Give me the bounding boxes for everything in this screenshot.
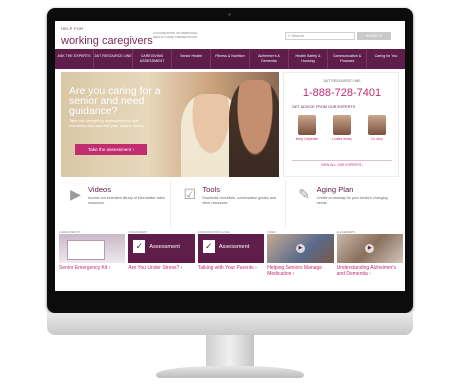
monitor-mockup: HELP FOR working caregivers A FOUNDATION… [0, 0, 460, 385]
nav-item-ask-experts[interactable]: ASK THE EXPERTS [55, 49, 94, 69]
nav-item-safety[interactable]: Health Safety & Housing [289, 49, 328, 69]
play-circle-icon: ▶ [70, 186, 81, 202]
avatar [368, 115, 386, 135]
feature-aging-plan[interactable]: ✎ Aging Plan Create a roadmap for your s… [290, 180, 399, 228]
nav-item-caring-for-you[interactable]: Caring for You [367, 49, 405, 69]
content-card-parents[interactable]: CONVERSATION GUIDE ✓ Assessment Talking … [197, 230, 265, 288]
feature-text: Access our extensive library of informat… [88, 196, 165, 205]
content-card-emergency-kit[interactable]: CAREGIVER KIT Senior Emergency Kit › [59, 230, 126, 288]
site-header: HELP FOR working caregivers A FOUNDATION… [55, 21, 405, 49]
nav-item-communication[interactable]: Communication & Finances [328, 49, 367, 69]
nav-item-fitness[interactable]: Fitness & Nutrition [211, 49, 250, 69]
nav-item-caregiving-assessment[interactable]: CAREGIVING ASSESSMENT [133, 49, 172, 69]
help-panel: 24/7 RESOURCE LINE 1-888-728-7401 GET AD… [283, 72, 399, 177]
expert-name: Molly Carpenter [295, 137, 319, 141]
checklist-icon: ✓ [133, 240, 146, 253]
search-input[interactable]: ⌕ Search [285, 32, 355, 40]
expert-item[interactable]: Molly Carpenter [292, 115, 322, 141]
nav-item-alzheimers[interactable]: Alzheimer's & Dementia [250, 49, 289, 69]
logo-small-text: HELP FOR [61, 26, 84, 31]
resource-phone-link[interactable]: 1-888-728-7401 [284, 87, 400, 99]
nav-item-resource-line[interactable]: 24/7 RESOURCE LINE [94, 49, 133, 69]
content-cards: CAREGIVER KIT Senior Emergency Kit › ASS… [59, 230, 404, 288]
document-edit-icon: ✎ [298, 186, 311, 202]
view-all-experts-link[interactable]: VIEW ALL OUR EXPERTS › [292, 160, 392, 167]
monitor-stand-foot [156, 366, 304, 378]
checklist-icon: ✓ [202, 240, 215, 253]
content-card-alzheimers[interactable]: ALZHEIMER'S ▶ Understanding Alzheimer's … [336, 230, 404, 288]
card-title: Are You Under Stress? › [128, 265, 183, 271]
play-icon: ▶ [365, 244, 375, 253]
feature-text: Download checklists, conversation guides… [202, 196, 276, 205]
hero-subtitle: Take our caregiving assessment to find r… [69, 118, 145, 128]
monitor-chin [47, 313, 413, 335]
search-placeholder: Search [291, 33, 305, 38]
site-logo[interactable]: HELP FOR working caregivers [61, 26, 153, 49]
feature-title: Aging Plan [316, 185, 354, 194]
feature-row: ▶ Videos Access our extensive library of… [61, 180, 399, 228]
feature-text: Create a roadmap for your senior's chang… [316, 196, 388, 205]
card-title: Senior Emergency Kit › [59, 265, 111, 271]
assessment-label: Assessment [218, 244, 250, 250]
nav-item-senior-health[interactable]: Senior Health [172, 49, 211, 69]
feature-tools[interactable]: ☑ Tools Download checklists, conversatio… [175, 180, 286, 228]
card-image: ✓ Assessment [128, 234, 195, 263]
main-nav: ASK THE EXPERTS 24/7 RESOURCE LINE CAREG… [55, 49, 405, 69]
card-image: ✓ Assessment [197, 234, 265, 263]
feature-title: Tools [202, 185, 221, 194]
search-icon: ⌕ [288, 33, 291, 38]
content-card-medication[interactable]: VIDEO ▶ Helping Seniors Manage Medicatio… [267, 230, 334, 288]
expert-list: Molly Carpenter Loretta Veney Dr. Amy [292, 115, 392, 141]
expert-name: Loretta Veney [332, 137, 352, 141]
hero-banner: Are you caring for a senior and need gui… [61, 72, 279, 177]
card-title: Talking with Your Parents › [197, 265, 257, 271]
clipboard-check-icon: ☑ [183, 186, 197, 202]
feature-title: Videos [88, 185, 112, 194]
avatar [298, 115, 316, 135]
hero-title: Are you caring for a senior and need gui… [69, 85, 161, 117]
site-tagline: A FOUNDATION OF PERSONAL HEALTH CARE CON… [153, 31, 198, 39]
card-title: Understanding Alzheimer's and Dementia › [336, 265, 396, 277]
hero-photo-senior [229, 80, 279, 177]
avatar [333, 115, 351, 135]
expert-name: Dr. Amy [371, 137, 383, 141]
logo-main-text: working caregivers [61, 35, 153, 47]
assessment-label: Assessment [149, 244, 180, 250]
monitor-stand-neck [206, 335, 254, 369]
feature-videos[interactable]: ▶ Videos Access our extensive library of… [61, 180, 172, 228]
search-button[interactable]: SEARCH [357, 32, 391, 40]
website-screen: HELP FOR working caregivers A FOUNDATION… [55, 21, 405, 291]
play-icon: ▶ [295, 244, 305, 253]
expert-advice-label: GET ADVICE FROM OUR EXPERTS [292, 105, 356, 109]
card-image: ▶ [336, 234, 404, 263]
card-image [59, 234, 126, 263]
resource-line-label: 24/7 RESOURCE LINE [323, 79, 361, 83]
card-image: ▶ [267, 234, 334, 263]
camera-icon [228, 13, 231, 16]
card-title: Helping Seniors Manage Medication › [267, 265, 322, 277]
expert-item[interactable]: Loretta Veney [327, 115, 357, 141]
content-card-stress[interactable]: ASSESSMENT ✓ Assessment Are You Under St… [128, 230, 195, 288]
take-assessment-button[interactable]: Take the assessment › [75, 144, 147, 155]
expert-item[interactable]: Dr. Amy [362, 115, 392, 141]
